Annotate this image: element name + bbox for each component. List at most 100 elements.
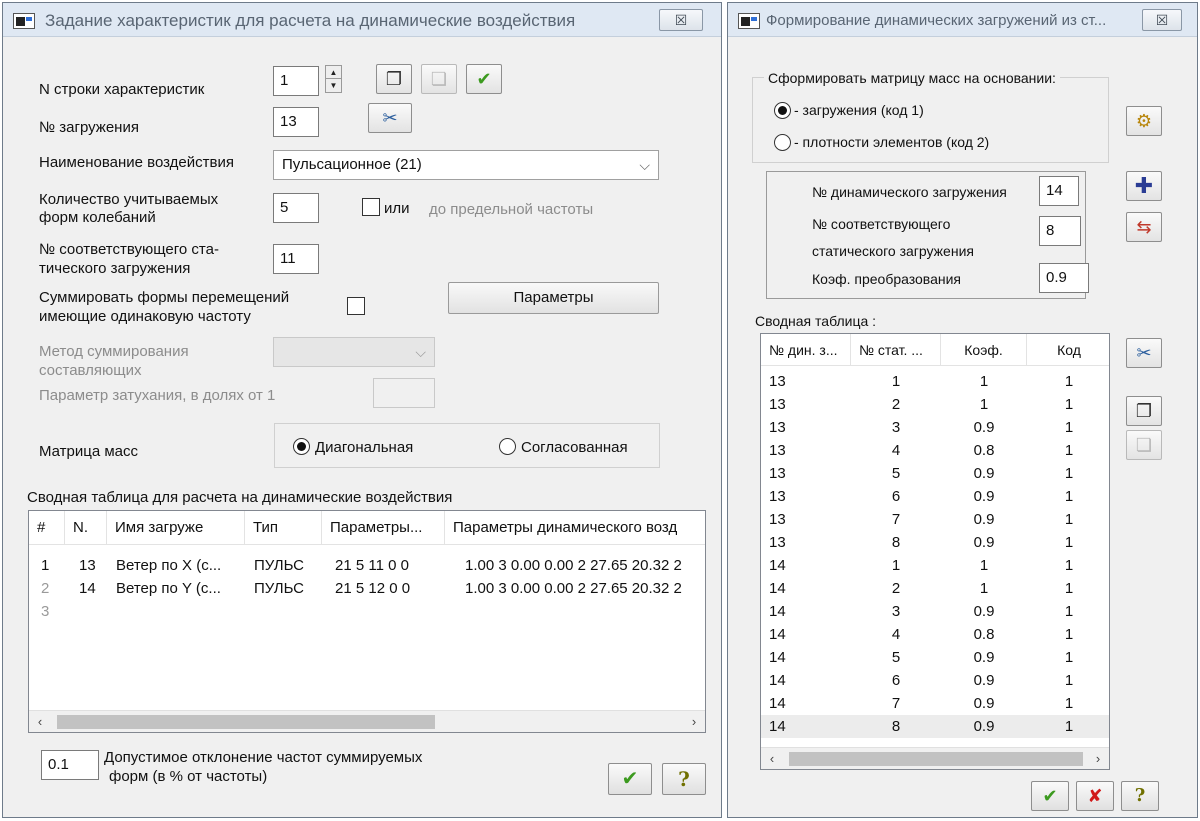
mass-from-load-label: - загружения (код 1) [794,102,924,118]
summary-table[interactable]: # N. Имя загруже Тип Параметры... Параме… [28,510,706,733]
cancel-button[interactable]: ✘ [1076,781,1114,811]
table-row[interactable]: 14 6 0.9 1 [761,669,1109,692]
delete-row-button[interactable]: ✂ [368,103,412,133]
row-coef: 1 [979,580,989,597]
sum-modes-checkbox[interactable] [347,297,365,315]
table-row[interactable]: 14 5 0.9 1 [761,646,1109,669]
table-row[interactable]: 14 8 0.9 1 [761,715,1109,738]
generate-button[interactable]: ⚙ [1126,106,1162,136]
scroll-right-icon[interactable]: › [1087,748,1109,769]
row-coef: 0.8 [973,442,995,459]
column-header-params[interactable]: Параметры... [322,511,445,545]
table-row[interactable]: 14 1 1 1 [761,554,1109,577]
table-row[interactable]: 14 2 1 1 [761,577,1109,600]
grid-horizontal-scrollbar[interactable]: ‹ › [761,747,1109,769]
help-button[interactable]: ? [662,763,706,795]
mass-from-load-radio[interactable] [774,102,791,119]
table-row[interactable]: 13 4 0.8 1 [761,439,1109,462]
ok-button[interactable]: ✔ [1031,781,1069,811]
summary-grid[interactable]: № дин. з... № стат. ... Коэф. Код 13 1 1 1 1… [760,333,1110,770]
dynamic-load-input[interactable]: 14 [1039,176,1079,206]
row-load-name: Ветер по X (с... [116,557,222,574]
mass-diagonal-radio[interactable] [293,438,310,455]
row-number-input[interactable]: 1 [273,66,319,96]
spin-up-icon[interactable]: ▲ [326,66,341,79]
right-title-bar[interactable]: Формирование динамических загружений из … [728,3,1197,37]
row-code: 1 [1064,672,1074,689]
scroll-left-icon[interactable]: ‹ [29,711,51,732]
row-dynamic-load: 14 [769,626,786,643]
sum-method-select[interactable]: ⌵ [273,337,435,367]
column-header-code[interactable]: Код [1027,334,1109,366]
load-number-input[interactable]: 13 [273,107,319,137]
table-row[interactable]: 1 13 Ветер по X (с... ПУЛЬС 21 5 11 0 0 … [29,554,705,577]
column-header-type[interactable]: Тип [245,511,322,545]
left-close-button[interactable]: ☒ [659,9,703,31]
column-header-static[interactable]: № стат. ... [851,334,941,366]
ok-button[interactable]: ✔ [608,763,652,795]
spin-down-icon[interactable]: ▼ [326,79,341,92]
row-static-load: 2 [891,396,901,413]
scroll-left-icon[interactable]: ‹ [761,748,783,769]
mass-consistent-label: Согласованная [521,439,628,456]
table-row[interactable]: 14 3 0.9 1 [761,600,1109,623]
table-horizontal-scrollbar[interactable]: ‹ › [29,710,705,732]
scroll-right-icon[interactable]: › [683,711,705,732]
table-row[interactable]: 13 8 0.9 1 [761,531,1109,554]
modes-count-input[interactable]: 5 [273,193,319,223]
left-title-bar[interactable]: Задание характеристик для расчета на дин… [3,3,721,37]
column-header-number[interactable]: N. [65,511,107,545]
right-close-button[interactable]: ☒ [1142,9,1182,31]
row-code: 1 [1064,626,1074,643]
row-number-spinner[interactable]: ▲ ▼ [325,65,342,93]
action-type-select[interactable]: Пульсационное (21) ⌵ [273,150,659,180]
table-row[interactable]: 13 3 0.9 1 [761,416,1109,439]
table-row[interactable]: 13 5 0.9 1 [761,462,1109,485]
static-load-input[interactable]: 11 [273,244,319,274]
table-row[interactable]: 13 7 0.9 1 [761,508,1109,531]
column-header-coef[interactable]: Коэф. [941,334,1027,366]
table-row[interactable]: 3 [29,600,705,623]
row-static-load: 4 [891,442,901,459]
row-params: 21 5 12 0 0 [335,580,411,597]
parameters-button[interactable]: Параметры [448,282,659,314]
table-row[interactable]: 14 4 0.8 1 [761,623,1109,646]
row-coef: 0.9 [973,419,995,436]
column-header-index[interactable]: # [29,511,65,545]
modes-count-label-1: Количество учитываемых [39,191,219,208]
swap-button[interactable]: ⇆ [1126,212,1162,242]
help-button[interactable]: ? [1121,781,1159,811]
table-row[interactable]: 13 6 0.9 1 [761,485,1109,508]
column-header-dynamic[interactable]: № дин. з... [761,334,851,366]
mass-from-density-radio[interactable] [774,134,791,151]
row-static-load: 8 [891,718,901,735]
column-header-load-name[interactable]: Имя загруже [107,511,245,545]
scrollbar-thumb[interactable] [789,752,1083,766]
table-row[interactable]: 13 1 1 1 [761,370,1109,393]
plus-icon: ✚ [1134,173,1154,198]
row-dynamic-load: 13 [769,511,786,528]
scrollbar-thumb[interactable] [57,715,435,729]
copy-button[interactable]: ❐ [1126,396,1162,426]
row-load-name: Ветер по Y (с... [116,580,221,597]
cut-button[interactable]: ✂ [1126,338,1162,368]
apply-row-button[interactable]: ✔ [466,64,502,94]
row-coef: 1 [979,396,989,413]
modes-count-label-2: форм колебаний [39,209,156,226]
transform-coef-input[interactable]: 0.9 [1039,263,1089,293]
table-row[interactable]: 14 7 0.9 1 [761,692,1109,715]
column-header-dynamic-params[interactable]: Параметры динамического возд [445,511,705,545]
tolerance-input[interactable]: 0.1 [41,750,99,780]
table-row[interactable]: 13 2 1 1 [761,393,1109,416]
row-code: 1 [1064,396,1074,413]
generate-icon: ⚙ [1135,111,1153,131]
mass-consistent-radio[interactable] [499,438,516,455]
table-row[interactable]: 2 14 Ветер по Y (с... ПУЛЬС 21 5 12 0 0 … [29,577,705,600]
copy-row-button[interactable]: ❐ [376,64,412,94]
limit-frequency-checkbox[interactable] [362,198,380,216]
paste-button[interactable]: ❏ [1126,430,1162,460]
add-button[interactable]: ✚ [1126,171,1162,201]
paste-row-button[interactable]: ❏ [421,64,457,94]
damping-input[interactable] [373,378,435,408]
static-load-input[interactable]: 8 [1039,216,1081,246]
